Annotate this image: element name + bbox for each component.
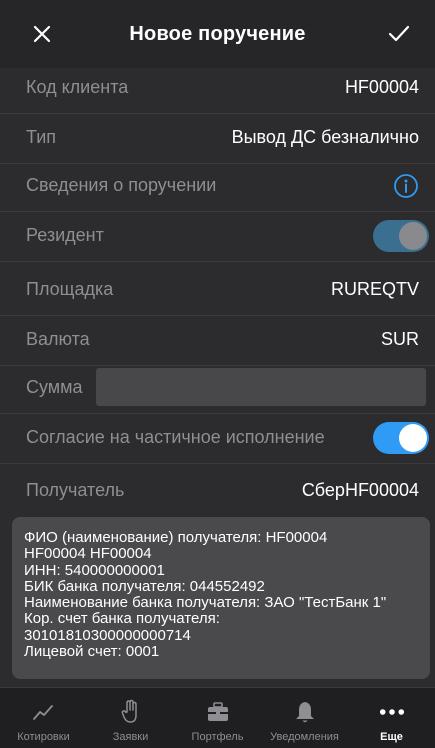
- more-dots-icon: [379, 699, 405, 725]
- venue-row[interactable]: Площадка RUREQTV: [0, 264, 435, 316]
- client-code-label: Код клиента: [26, 77, 129, 97]
- tab-orders-label: Заявки: [112, 731, 149, 743]
- tab-more[interactable]: Еще: [348, 688, 435, 748]
- currency-value[interactable]: SUR: [381, 329, 419, 350]
- hand-icon: [118, 699, 144, 725]
- amount-row: Сумма: [0, 362, 435, 414]
- details-line: ИНН: 540000000001: [24, 561, 165, 579]
- type-row[interactable]: Тип Вывод ДС безналично: [0, 112, 435, 164]
- type-value[interactable]: Вывод ДС безналично: [232, 127, 419, 148]
- recipient-label: Получатель: [26, 479, 125, 500]
- info-icon: [394, 173, 418, 198]
- tab-portfolio-label: Портфель: [191, 731, 244, 743]
- client-code-value: HF00004: [344, 77, 419, 97]
- tab-notifications-label: Уведомления: [270, 731, 339, 743]
- tab-portfolio[interactable]: Портфель: [174, 688, 261, 748]
- details-line: 30101810300000000714: [24, 626, 191, 644]
- tab-quotes-label: Котировки: [17, 731, 70, 743]
- top-bar: Новое поручение: [0, 0, 435, 68]
- order-info-label: Сведения о поручении: [26, 175, 217, 195]
- amount-label: Сумма: [26, 377, 83, 397]
- recipient-row[interactable]: Получатель СберHF00004: [0, 464, 435, 516]
- checkmark-icon: [388, 25, 410, 42]
- tab-notifications[interactable]: Уведомления: [261, 688, 348, 748]
- order-info-row: Сведения о поручении: [0, 160, 435, 212]
- tab-bar: Котировки Заявки Портфель Уведомления Ещ…: [0, 687, 435, 748]
- close-button[interactable]: [24, 16, 60, 52]
- resident-toggle[interactable]: [373, 219, 429, 252]
- type-label: Тип: [26, 127, 57, 147]
- chart-line-icon: [31, 699, 57, 725]
- tab-quotes[interactable]: Котировки: [0, 688, 87, 748]
- details-line: Наименование банка получателя: ЗАО "Тест…: [24, 594, 387, 612]
- tab-more-label: Еще: [380, 731, 403, 743]
- details-line: БИК банка получателя: 044552492: [24, 577, 265, 595]
- toggle-knob: [399, 221, 427, 250]
- resident-label: Резидент: [26, 225, 104, 245]
- venue-value[interactable]: RUREQTV: [331, 279, 419, 300]
- toggle-knob: [399, 423, 427, 452]
- details-line: ФИО (наименование) получателя: HF00004: [24, 529, 328, 546]
- details-line: Лицевой счет: 0001: [24, 643, 160, 661]
- briefcase-icon: [205, 699, 231, 725]
- resident-row: Резидент: [0, 210, 435, 262]
- partial-execution-toggle[interactable]: [373, 421, 429, 454]
- details-line: Кор. счет банка получателя:: [24, 610, 220, 628]
- currency-row[interactable]: Валюта SUR: [0, 314, 435, 366]
- confirm-button[interactable]: [381, 16, 417, 52]
- page-title: Новое поручение: [129, 22, 306, 45]
- partial-execution-label: Согласие на частичное исполнение: [26, 427, 325, 447]
- tab-orders[interactable]: Заявки: [87, 688, 174, 748]
- client-code-row: Код клиента HF00004: [0, 62, 435, 114]
- bell-icon: [292, 699, 318, 725]
- recipient-value[interactable]: СберHF00004: [302, 480, 419, 501]
- amount-input[interactable]: [96, 368, 426, 406]
- details-line: HF00004 HF00004: [24, 545, 152, 563]
- partial-execution-row: Согласие на частичное исполнение: [0, 412, 435, 464]
- currency-label: Валюта: [26, 329, 90, 349]
- venue-label: Площадка: [26, 279, 114, 299]
- info-button[interactable]: [393, 173, 419, 199]
- recipient-details-box[interactable]: ФИО (наименование) получателя: HF00004 H…: [12, 517, 430, 679]
- close-icon: [33, 25, 51, 43]
